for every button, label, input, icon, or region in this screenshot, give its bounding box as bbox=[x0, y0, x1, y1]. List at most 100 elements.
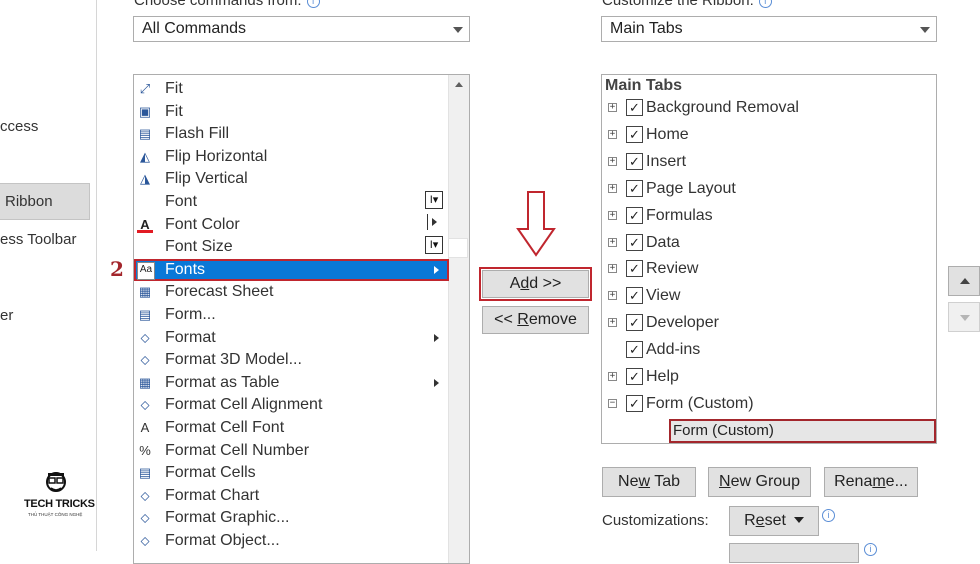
expand-icon[interactable]: + bbox=[608, 183, 617, 193]
ribbon-tab-label: Page Layout bbox=[646, 179, 736, 197]
commands-scrollbar[interactable] bbox=[448, 75, 469, 563]
chevron-down-icon bbox=[793, 517, 804, 523]
new-group-button[interactable]: New Group bbox=[708, 467, 811, 497]
command-item[interactable]: ▤ Flash Fill bbox=[134, 123, 449, 145]
tree-header: Main Tabs bbox=[605, 77, 683, 94]
rename-button[interactable]: Rename... bbox=[824, 467, 918, 497]
add-button[interactable]: Add >> bbox=[479, 267, 592, 301]
expand-icon[interactable]: + bbox=[608, 318, 617, 328]
custom-group-item[interactable]: Form (Custom) bbox=[669, 419, 936, 443]
command-item-label: Format Cells bbox=[165, 464, 256, 482]
expand-icon[interactable]: + bbox=[608, 372, 617, 381]
expand-icon[interactable]: + bbox=[608, 210, 617, 220]
expand-icon[interactable]: + bbox=[608, 129, 617, 139]
command-item-label: Format Object... bbox=[165, 532, 280, 549]
command-item[interactable]: A Font Color bbox=[134, 214, 449, 236]
ribbon-tabs-tree[interactable]: Main Tabs + ✓ Background Removal + ✓ Home + ✓ In… bbox=[601, 74, 937, 444]
reset-button[interactable]: Reset bbox=[729, 506, 819, 536]
command-item[interactable]: % Format Cell Number bbox=[134, 440, 449, 462]
command-item-label: Format Cell Alignment bbox=[165, 396, 323, 414]
scroll-thumb[interactable] bbox=[448, 238, 468, 258]
flip-vertical-icon: ◮ bbox=[140, 171, 150, 187]
tab-checkbox[interactable]: ✓ bbox=[626, 99, 643, 116]
new-tab-button[interactable]: New Tab bbox=[602, 467, 696, 497]
expand-icon[interactable]: + bbox=[608, 103, 617, 112]
flash-fill-icon: ▤ bbox=[138, 126, 152, 142]
font-size-combo-control-icon: I▾ bbox=[425, 236, 443, 254]
command-item-label: Form... bbox=[165, 306, 216, 323]
ribbon-tabs-dropdown[interactable]: Main Tabs bbox=[601, 16, 937, 42]
tab-checkbox[interactable]: ✓ bbox=[626, 260, 643, 278]
tab-checkbox[interactable]: ✓ bbox=[626, 314, 643, 332]
tab-checkbox[interactable]: ✓ bbox=[626, 233, 643, 251]
percent-icon: % bbox=[139, 442, 151, 458]
nav-item-ribbon-label[interactable]: Ribbon bbox=[5, 193, 53, 210]
command-item[interactable]: ▦ Forecast Sheet bbox=[134, 281, 449, 303]
command-item-label: Fit bbox=[165, 80, 183, 97]
nav-item-er[interactable]: er bbox=[0, 307, 13, 324]
ribbon-tab-label: Developer bbox=[646, 314, 719, 332]
fit-icon: ⤢ bbox=[139, 81, 151, 96]
command-item[interactable]: ⬦ Format Graphic... bbox=[134, 507, 449, 529]
cell-alignment-icon: ⬦ bbox=[140, 397, 150, 413]
form-icon: ▤ bbox=[138, 307, 152, 322]
scroll-up-arrow-icon[interactable] bbox=[451, 77, 467, 93]
command-item-label: Font bbox=[165, 193, 198, 210]
expand-icon[interactable]: + bbox=[608, 264, 617, 274]
tab-checkbox[interactable]: ✓ bbox=[626, 206, 643, 224]
tab-checkbox[interactable]: ✓ bbox=[626, 341, 643, 359]
command-item[interactable]: ⬦ Format Object... bbox=[134, 530, 449, 552]
tab-checkbox[interactable]: ✓ bbox=[626, 287, 643, 305]
nav-item-quick-access-toolbar[interactable]: ess Toolbar bbox=[0, 231, 76, 248]
command-item[interactable]: ⬦ Format bbox=[134, 327, 449, 349]
nav-item-access[interactable]: ccess bbox=[0, 118, 38, 135]
command-item[interactable]: ⤢ Fit bbox=[134, 78, 449, 100]
command-item[interactable]: ▣ Fit bbox=[134, 101, 449, 123]
commands-source-dropdown[interactable]: All Commands bbox=[133, 16, 470, 42]
command-item[interactable]: ◮ Flip Vertical bbox=[134, 168, 449, 190]
command-item[interactable]: Font bbox=[134, 191, 449, 213]
chevron-down-icon[interactable] bbox=[920, 27, 930, 33]
tab-checkbox[interactable]: ✓ bbox=[626, 152, 643, 170]
expand-icon[interactable]: + bbox=[608, 291, 617, 301]
move-up-button[interactable] bbox=[948, 266, 980, 296]
command-item[interactable]: ⬦ Format Cell Alignment bbox=[134, 394, 449, 416]
expand-icon[interactable]: + bbox=[608, 237, 617, 247]
move-down-button[interactable] bbox=[948, 302, 980, 332]
ribbon-tab-label: Review bbox=[646, 260, 699, 278]
chevron-down-icon[interactable] bbox=[453, 27, 463, 33]
command-item[interactable]: ▤ Form... bbox=[134, 304, 449, 326]
left-nav-divider bbox=[96, 0, 97, 551]
command-item-label: Font Size bbox=[165, 238, 233, 256]
command-item-label: Font Color bbox=[165, 215, 240, 233]
commands-list[interactable]: ⤢ Fit ▣ Fit ▤ Flash Fill ◭ Flip Horizontal ◮ Flip… bbox=[133, 74, 470, 564]
remove-button[interactable]: << Remove bbox=[482, 306, 589, 334]
info-icon: i bbox=[758, 0, 772, 8]
command-item[interactable]: A Format Cell Font bbox=[134, 417, 449, 439]
step-2-annotation: 2 bbox=[110, 257, 124, 281]
ribbon-tab-label: Formulas bbox=[646, 206, 713, 224]
forecast-sheet-icon: ▦ bbox=[138, 284, 152, 300]
red-arrow-down-icon bbox=[516, 191, 556, 257]
command-item[interactable]: ◭ Flip Horizontal bbox=[134, 146, 449, 168]
collapse-icon[interactable]: − bbox=[608, 398, 617, 408]
ribbon-tabs-value: Main Tabs bbox=[610, 20, 683, 37]
command-item-label: Flash Fill bbox=[165, 125, 230, 143]
command-item[interactable]: ▤ Format Cells bbox=[134, 462, 449, 484]
import-export-button[interactable] bbox=[729, 543, 859, 563]
tab-checkbox[interactable]: ✓ bbox=[626, 125, 643, 143]
flip-horizontal-icon: ◭ bbox=[140, 148, 150, 164]
command-item[interactable]: Font Size bbox=[134, 236, 449, 258]
command-item[interactable]: Aa Fonts bbox=[134, 258, 449, 281]
ribbon-tab-label: Background Removal bbox=[646, 99, 799, 116]
command-item[interactable]: ▦ Format as Table bbox=[134, 372, 449, 394]
tab-checkbox[interactable]: ✓ bbox=[626, 368, 643, 385]
logo-mascot-icon bbox=[46, 472, 66, 492]
tab-checkbox[interactable]: ✓ bbox=[626, 394, 643, 412]
command-item[interactable]: ⬦ Format 3D Model... bbox=[134, 349, 449, 371]
commands-source-value: All Commands bbox=[142, 20, 247, 37]
tab-checkbox[interactable]: ✓ bbox=[626, 179, 643, 197]
customizations-label: Customizations: bbox=[602, 512, 709, 529]
command-item[interactable]: ⬦ Format Chart bbox=[134, 485, 449, 507]
expand-icon[interactable]: + bbox=[608, 156, 617, 166]
